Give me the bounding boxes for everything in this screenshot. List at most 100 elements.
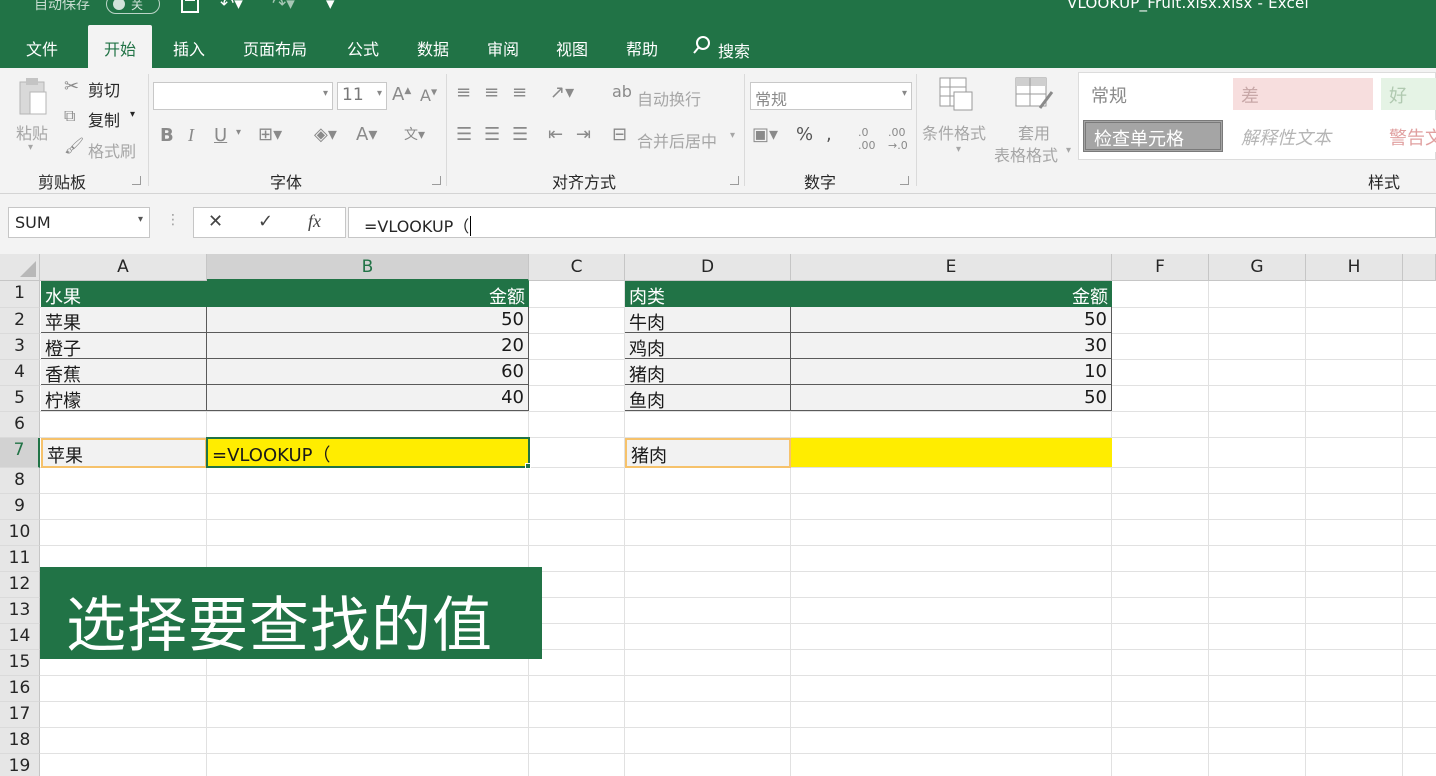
formula-bar-grip-icon[interactable]: ⋮ — [166, 212, 180, 228]
bold-button[interactable]: B — [160, 125, 174, 146]
table-cell[interactable]: 香蕉 — [41, 359, 207, 385]
table-header-cell[interactable]: 金额 — [207, 281, 529, 307]
search-label[interactable]: 搜索 — [718, 38, 750, 62]
copy-icon[interactable]: ⧉ — [64, 106, 75, 126]
tab-home[interactable]: 开始 — [88, 25, 153, 68]
paste-icon[interactable] — [14, 76, 50, 118]
table-cell[interactable]: 50 — [791, 385, 1112, 411]
underline-dropdown-icon[interactable]: ▾ — [236, 127, 241, 138]
fill-color-icon[interactable]: ◈▾ — [314, 124, 337, 145]
cut-icon[interactable]: ✂ — [64, 76, 79, 97]
table-cell[interactable]: 60 — [207, 359, 529, 385]
wrap-text-button[interactable]: 自动换行 — [637, 86, 701, 110]
customize-qat-icon[interactable]: ▾ — [326, 0, 335, 14]
font-size-input[interactable]: 11 ▾ — [337, 82, 387, 110]
name-box-dropdown-icon[interactable]: ▾ — [138, 214, 143, 225]
name-box[interactable]: SUM ▾ — [8, 207, 150, 238]
table-cell[interactable]: 30 — [791, 333, 1112, 359]
table-cell[interactable]: 牛肉 — [625, 307, 791, 333]
row-header-11[interactable]: 11 — [0, 546, 40, 572]
insert-function-icon[interactable]: fx — [308, 211, 321, 232]
align-right-icon[interactable]: ☰ — [512, 124, 528, 145]
row-header-19[interactable]: 19 — [0, 754, 40, 776]
merge-center-icon[interactable]: ⊟ — [612, 124, 627, 145]
font-name-dropdown-icon[interactable]: ▾ — [323, 88, 328, 99]
style-check-cell[interactable]: 检查单元格 — [1083, 120, 1223, 152]
tab-file[interactable]: 文件 — [26, 36, 58, 60]
style-bad[interactable]: 差 — [1233, 78, 1373, 110]
formula-input[interactable]: =VLOOKUP（ — [348, 207, 1436, 238]
align-top-icon[interactable]: ≡ — [456, 82, 471, 103]
undo-icon[interactable]: ↶▾ — [220, 0, 243, 14]
table-cell[interactable]: 10 — [791, 359, 1112, 385]
row-header-16[interactable]: 16 — [0, 676, 40, 702]
comma-style-icon[interactable]: , — [826, 124, 832, 145]
tab-formulas[interactable]: 公式 — [347, 36, 379, 60]
row-header-7[interactable]: 7 — [0, 438, 40, 468]
decrease-indent-icon[interactable]: ⇤ — [548, 124, 563, 145]
autosave-toggle[interactable]: 关 — [106, 0, 160, 14]
column-header-f[interactable]: F — [1112, 254, 1209, 281]
align-middle-icon[interactable]: ≡ — [484, 82, 499, 103]
redo-icon[interactable]: ↷▾ — [272, 0, 295, 14]
format-as-table-label-1[interactable]: 套用 — [1018, 120, 1050, 144]
fill-handle[interactable] — [525, 463, 531, 469]
row-header-1[interactable]: 1 — [0, 281, 40, 308]
copy-dropdown-icon[interactable]: ▾ — [130, 109, 135, 120]
row-header-12[interactable]: 12 — [0, 572, 40, 598]
decrease-font-icon[interactable]: A▼ — [420, 86, 437, 105]
column-header-e[interactable]: E — [791, 254, 1112, 281]
row-header-18[interactable]: 18 — [0, 728, 40, 754]
cancel-icon[interactable]: ✕ — [208, 211, 223, 232]
conditional-format-button[interactable]: 条件格式 — [922, 120, 986, 144]
clipboard-launcher-icon[interactable] — [132, 176, 141, 185]
tab-review[interactable]: 审阅 — [487, 36, 519, 60]
conditional-format-icon[interactable] — [938, 76, 974, 112]
row-header-8[interactable]: 8 — [0, 468, 40, 494]
column-header-g[interactable]: G — [1209, 254, 1306, 281]
table-header-cell[interactable]: 肉类 — [625, 281, 791, 307]
table-cell[interactable]: 橙子 — [41, 333, 207, 359]
column-header-h[interactable]: H — [1306, 254, 1403, 281]
table-cell[interactable]: 鱼肉 — [625, 385, 791, 411]
table-cell[interactable]: 50 — [207, 307, 529, 333]
copy-button[interactable]: 复制 — [88, 107, 120, 131]
column-header-c[interactable]: C — [529, 254, 625, 281]
format-as-table-label-2[interactable]: 表格格式 — [994, 142, 1058, 166]
column-header-a[interactable]: A — [40, 254, 207, 281]
align-bottom-icon[interactable]: ≡ — [512, 82, 527, 103]
paste-dropdown-icon[interactable]: ▾ — [28, 142, 33, 153]
row-header-2[interactable]: 2 — [0, 308, 40, 334]
merge-dropdown-icon[interactable]: ▾ — [730, 130, 735, 141]
table-cell[interactable]: 40 — [207, 385, 529, 411]
select-all-button[interactable] — [0, 254, 40, 281]
row-header-17[interactable]: 17 — [0, 702, 40, 728]
table-header-cell[interactable]: 水果 — [41, 281, 207, 307]
italic-button[interactable]: I — [188, 125, 194, 146]
row-header-3[interactable]: 3 — [0, 334, 40, 360]
active-cell-b7[interactable]: =VLOOKUP（ — [206, 437, 530, 468]
lookup-value-cell-a7[interactable]: 苹果 — [41, 438, 207, 468]
alignment-launcher-icon[interactable] — [730, 176, 739, 185]
align-center-icon[interactable]: ☰ — [484, 124, 500, 145]
phonetic-icon[interactable]: 文▾ — [404, 124, 425, 144]
increase-font-icon[interactable]: A▲ — [392, 84, 411, 105]
decrease-decimal-icon[interactable]: .00 →.0 — [888, 126, 908, 152]
tab-page-layout[interactable]: 页面布局 — [243, 36, 307, 60]
table-cell[interactable]: 鸡肉 — [625, 333, 791, 359]
format-painter-icon[interactable]: 🖌 — [64, 136, 84, 155]
style-explanatory[interactable]: 解释性文本 — [1233, 120, 1373, 152]
tab-insert[interactable]: 插入 — [173, 36, 205, 60]
paste-button[interactable]: 粘贴 — [16, 120, 48, 144]
tab-help[interactable]: 帮助 — [626, 36, 658, 60]
cut-button[interactable]: 剪切 — [88, 77, 120, 101]
row-header-13[interactable]: 13 — [0, 598, 40, 624]
orientation-icon[interactable]: ↗▾ — [550, 82, 574, 103]
tab-view[interactable]: 视图 — [556, 36, 588, 60]
style-warning[interactable]: 警告文 — [1381, 120, 1436, 152]
enter-icon[interactable]: ✓ — [258, 211, 273, 232]
save-icon[interactable] — [180, 0, 200, 16]
table-cell[interactable]: 柠檬 — [41, 385, 207, 411]
wrap-text-icon[interactable]: ab — [612, 82, 632, 101]
table-header-cell[interactable]: 金额 — [791, 281, 1112, 307]
